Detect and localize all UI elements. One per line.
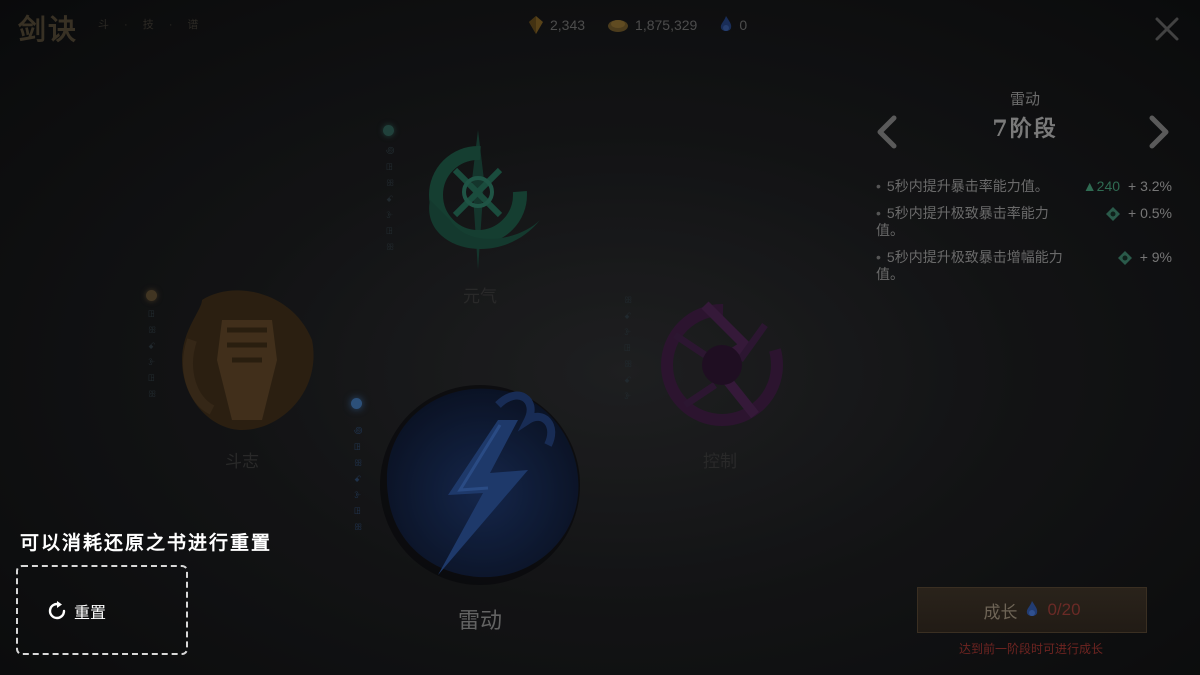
- stat-increase: ▲240: [1082, 178, 1121, 194]
- blue-flame-icon: [721, 16, 732, 31]
- skill-stage-header: 雷动 7阶段: [870, 88, 1180, 143]
- stat-desc: 5秒内提升极致暴击率能力值。: [876, 205, 1066, 239]
- currency-coin: 1,875,329: [607, 17, 697, 33]
- yuanqi-label: 元气: [463, 287, 497, 306]
- refresh-icon: [48, 601, 66, 620]
- diamond-gem-icon: [1117, 250, 1132, 265]
- douzhi-rune-dot: [146, 290, 157, 301]
- leidong-rune-dot: [351, 398, 362, 409]
- grow-cost-count: 0/20: [1047, 600, 1081, 619]
- stat-row: 5秒内提升极致暴击增幅能力值。 + 9%: [876, 249, 1172, 283]
- douzhi-rune-column: ꖸꕥꗃꘀꖸꕥ: [148, 310, 157, 400]
- close-icon[interactable]: [1152, 14, 1182, 44]
- reset-button[interactable]: 重置: [46, 599, 106, 623]
- skill-name: 雷动: [1009, 91, 1040, 108]
- stat-percent: + 0.5%: [1128, 205, 1172, 221]
- douzhi-label: 斗志: [225, 452, 259, 471]
- yuanqi-emblem-icon[interactable]: [400, 120, 555, 280]
- skill-stage: 7阶段: [992, 116, 1058, 142]
- logo-subtitle: 斗 · 技 · 谱: [98, 19, 205, 31]
- grow-hint: 达到前一阶段时可进行成长: [958, 642, 1103, 656]
- coin-count: 1,875,329: [635, 17, 698, 33]
- kongzhi-emblem-icon[interactable]: [645, 285, 800, 440]
- game-logo: 剑诀: [18, 13, 79, 46]
- diamond-gem-icon: [1106, 206, 1121, 221]
- currency-bar: 2,343 1,875,329 0: [528, 16, 747, 34]
- kongzhi-label: 控制: [703, 452, 737, 471]
- stat-row: 5秒内提升暴击率能力值。 ▲240 + 3.2%: [876, 178, 1172, 195]
- stat-desc: 5秒内提升极致暴击增幅能力值。: [876, 249, 1066, 283]
- reset-button-label: 重置: [74, 605, 107, 622]
- flame-count: 0: [739, 17, 748, 33]
- crystal-icon: [529, 16, 543, 34]
- stat-list: 5秒内提升暴击率能力值。 ▲240 + 3.2% 5秒内提升极致暴击率能力值。 …: [876, 178, 1172, 293]
- yuanqi-rune-column: ꩜ ꖸ ꕥ ꗃ ꘀ ꖸ ꕥ: [386, 146, 395, 253]
- stat-percent: + 3.2%: [1128, 178, 1172, 194]
- leidong-label: 雷动: [457, 608, 502, 633]
- douzhi-emblem-icon[interactable]: [172, 280, 322, 440]
- reset-tutorial-tip: 可以消耗还原之书进行重置: [20, 532, 273, 554]
- yuanqi-rune-dot: [383, 125, 394, 136]
- leidong-rune-column: ꩜ ꖸ ꕥ ꗃ ꘀ ꖸ ꕥ: [354, 426, 363, 533]
- coin-pouch-icon: [608, 20, 629, 32]
- stat-percent: + 9%: [1139, 249, 1172, 265]
- grow-button[interactable]: 成长 0/20: [917, 587, 1147, 633]
- kongzhi-rune-column: ꕥꗃꘀꖸꕥꗃꘀ: [624, 296, 633, 402]
- crystal-count: 2,343: [550, 17, 586, 33]
- currency-crystal: 2,343: [528, 16, 585, 34]
- grow-button-label: 成长: [983, 602, 1018, 622]
- blue-flame-icon: [1027, 601, 1038, 616]
- stat-desc: 5秒内提升暴击率能力值。: [876, 178, 1066, 195]
- leidong-emblem-icon[interactable]: [368, 365, 593, 595]
- stat-row: 5秒内提升极致暴击率能力值。 + 0.5%: [876, 205, 1172, 239]
- currency-flame: 0: [719, 16, 747, 34]
